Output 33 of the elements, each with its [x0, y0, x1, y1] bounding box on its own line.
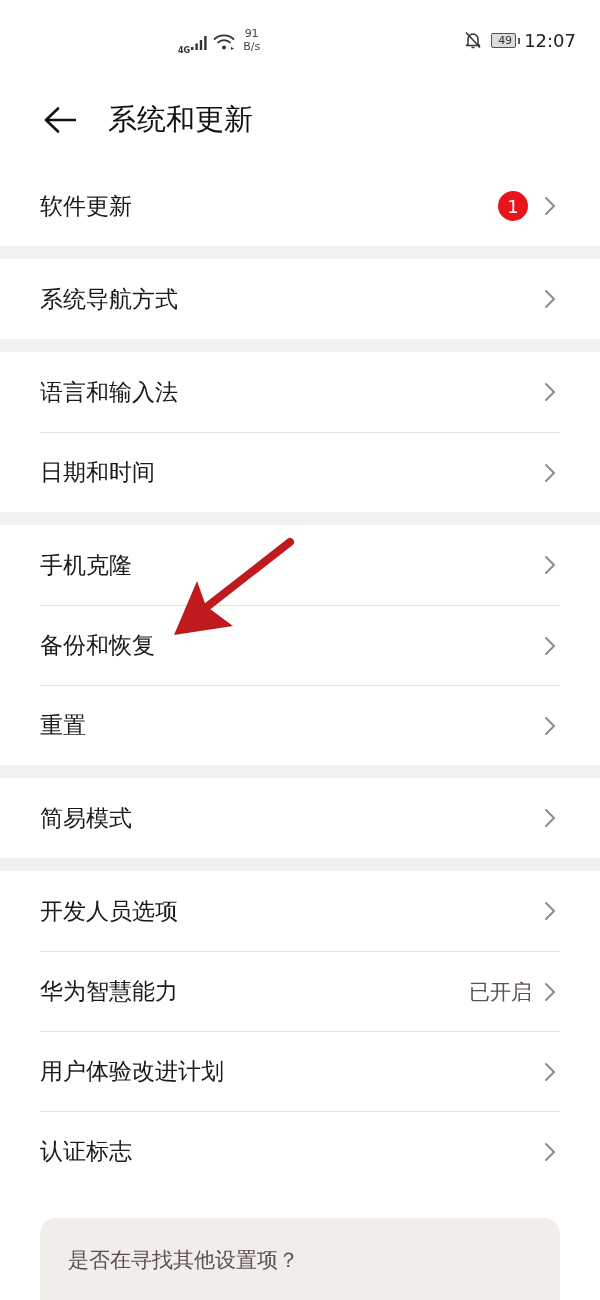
settings-item[interactable]: 用户体验改进计划	[40, 1031, 560, 1111]
network-speed: 91	[244, 27, 259, 40]
network-type: 4G	[178, 47, 191, 55]
settings-item[interactable]: 手机克隆	[40, 525, 560, 605]
chevron-right-icon	[544, 635, 556, 656]
wifi-icon	[213, 34, 236, 50]
chevron-right-icon	[544, 808, 556, 828]
chevron-right-icon	[544, 901, 556, 921]
chevron-right-icon	[544, 981, 556, 1002]
speed-unit: B/s	[243, 40, 261, 53]
chevron-right-icon	[544, 555, 556, 575]
page-title: 系统和更新	[108, 101, 253, 138]
chevron-right-icon	[544, 289, 556, 309]
chevron-right-icon	[544, 462, 556, 483]
chevron-right-icon	[544, 1061, 556, 1082]
clock-time: 12:07	[524, 29, 576, 51]
settings-item[interactable]: 认证标志	[40, 1111, 560, 1191]
battery-indicator: 49	[491, 32, 517, 48]
status-value: 已开启	[469, 978, 532, 1006]
notification-badge: 1	[498, 191, 528, 221]
settings-item[interactable]: 日期和时间	[40, 432, 560, 512]
settings-item[interactable]: 重置	[40, 685, 560, 765]
settings-item[interactable]: 语言和输入法	[40, 352, 560, 432]
chevron-right-icon	[544, 715, 556, 736]
bell-off-icon	[464, 31, 483, 49]
chevron-right-icon	[544, 196, 556, 216]
settings-item[interactable]: 华为智慧能力 已开启	[40, 951, 560, 1031]
back-arrow-icon	[44, 107, 76, 133]
signal-icon	[191, 36, 208, 50]
chevron-right-icon	[544, 382, 556, 402]
chevron-right-icon	[544, 1141, 556, 1162]
settings-item[interactable]: 开发人员选项	[40, 871, 560, 951]
hint-text: 是否在寻找其他设置项？	[68, 1248, 299, 1272]
